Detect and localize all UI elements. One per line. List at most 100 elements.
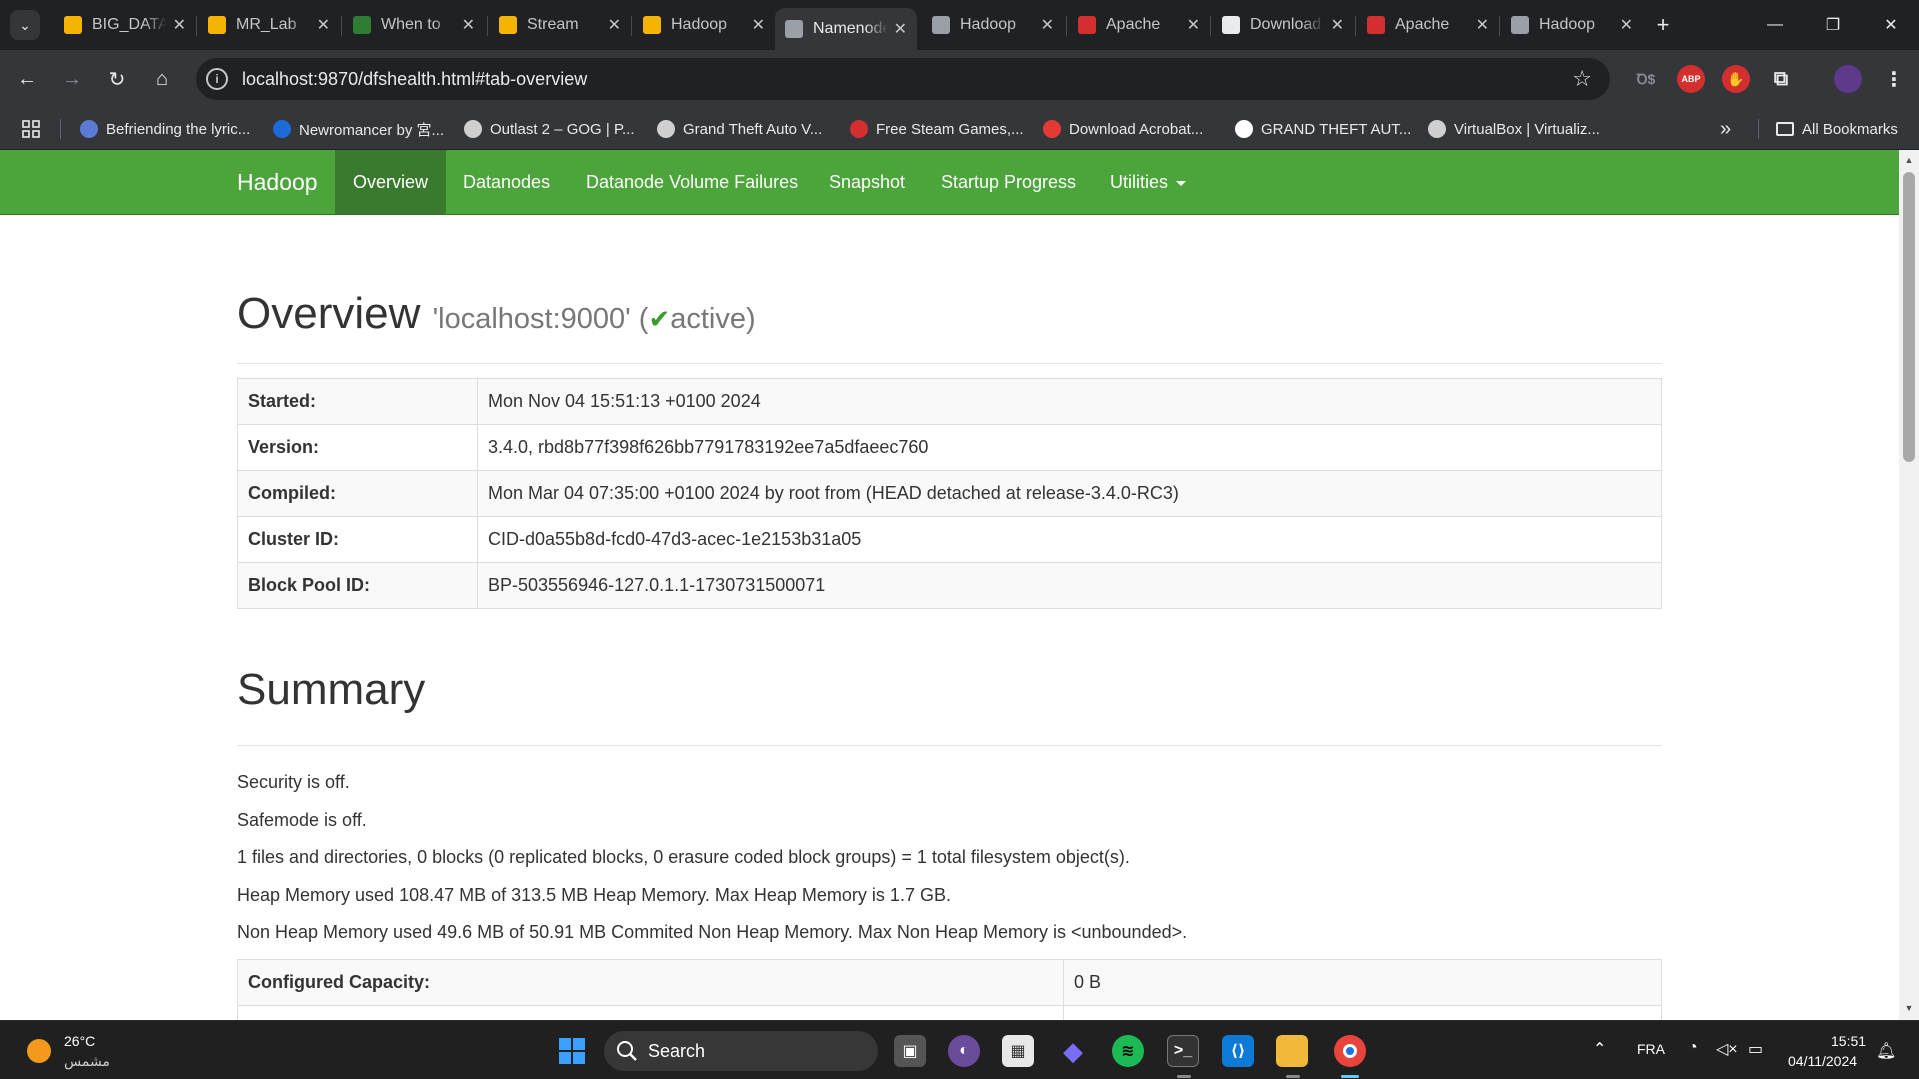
browser-tab[interactable]: Apache ✕ [1357,8,1499,42]
close-tab-icon[interactable]: ✕ [894,19,907,39]
close-tab-icon[interactable]: ✕ [1187,15,1200,35]
tab-search-button[interactable]: ⌄ [10,10,40,40]
close-tab-icon[interactable]: ✕ [1620,15,1633,35]
puzzle-extensions-icon[interactable]: ⧉ [1767,65,1795,93]
nav-utilities[interactable]: Utilities [1092,150,1204,214]
new-tab-button[interactable]: + [1648,10,1678,40]
bookmark-item[interactable]: Grand Theft Auto V... [657,118,822,140]
bookmark-favicon-icon [1043,120,1061,138]
bookmark-item[interactable]: Newromancer by 宮... [273,118,444,140]
tor-browser-icon[interactable]: ◐ [948,1035,980,1067]
browser-tab[interactable]: Stream ✕ [489,8,631,42]
caret-down-icon [1176,180,1187,186]
close-tab-icon[interactable]: ✕ [608,15,621,35]
browser-tab[interactable]: BIG_DATA ✕ [54,8,196,42]
notification-bell-icon[interactable]: 🔔︎ [1876,1041,1896,1061]
terminal-icon[interactable]: >_ [1167,1035,1199,1067]
nav-datanode-volume-failures[interactable]: Datanode Volume Failures [568,150,816,214]
chevron-up-icon[interactable]: ⌃ [1593,1039,1606,1059]
media-player-icon[interactable]: ◆ [1057,1035,1089,1067]
spotify-icon[interactable]: ≋ [1112,1035,1144,1067]
summary-nonheap-memory: Non Heap Memory used 49.6 MB of 50.91 MB… [237,922,1188,942]
volume-muted-icon[interactable]: ◁× [1716,1039,1738,1059]
weather-description[interactable]: مشمس [64,1053,110,1070]
browser-tab[interactable]: When to ✕ [343,8,485,42]
battery-icon[interactable]: ▭ [1748,1039,1763,1059]
bookmark-star-icon[interactable]: ☆ [1572,66,1592,92]
scroll-up-icon[interactable]: ▲ [1903,154,1915,166]
bookmark-item[interactable]: Free Steam Games,... [850,118,1024,140]
clock-time[interactable]: 15:51 [1831,1033,1866,1049]
browser-tab[interactable]: MR_Lab ✕ [198,8,340,42]
task-view-icon[interactable]: ▣ [894,1035,926,1067]
nav-datanodes[interactable]: Datanodes [445,150,568,214]
browser-tab[interactable]: Hadoop ✕ [633,8,775,42]
restore-button[interactable]: ❐ [1804,0,1862,50]
sun-weather-icon[interactable] [27,1039,51,1063]
microsoft-store-icon[interactable]: ▦ [1002,1035,1034,1067]
bookmark-item[interactable]: VirtualBox | Virtualiz... [1428,118,1600,140]
menu-kebab-icon[interactable]: ⋮ [1880,65,1908,93]
page-scrollbar[interactable]: ▲ ▼ [1899,150,1919,1020]
table-row: Version: 3.4.0, rbd8b77f398f626bb77917831… [237,424,1662,471]
vscode-icon[interactable]: ⟨⟩ [1222,1035,1254,1067]
slides-icon [64,16,82,34]
file-explorer-icon[interactable] [1276,1035,1308,1067]
address-bar[interactable]: i localhost:9870/dfshealth.html#tab-over… [196,58,1610,100]
bookmark-item[interactable]: Download Acrobat... [1043,118,1203,140]
language-indicator[interactable]: FRA [1637,1041,1665,1057]
close-tab-icon[interactable]: ✕ [462,15,475,35]
scroll-down-icon[interactable]: ▼ [1903,1002,1915,1014]
bookmark-item[interactable]: GRAND THEFT AUT... [1235,118,1411,140]
close-tab-icon[interactable]: ✕ [752,15,765,35]
close-tab-icon[interactable]: ✕ [317,15,330,35]
back-button[interactable]: ← [12,64,42,94]
wifi-icon[interactable]: ◔ [1688,1039,1698,1057]
nav-snapshot[interactable]: Snapshot [811,150,923,214]
summary-security: Security is off. [237,772,350,792]
apps-grid-icon[interactable] [22,118,40,140]
windows-start-icon[interactable] [556,1035,588,1067]
home-button[interactable]: ⌂ [147,64,177,94]
reload-button[interactable]: ↻ [102,64,132,94]
browser-tab[interactable]: Namenode ✕ [775,8,917,50]
clock-date[interactable]: 04/11/2024 [1788,1053,1857,1069]
browser-tab[interactable]: Hadoop ✕ [1501,8,1643,42]
all-bookmarks-button[interactable]: All Bookmarks [1776,118,1898,140]
url-text[interactable]: localhost:9870/dfshealth.html#tab-overvi… [242,69,587,90]
bookmark-item[interactable]: Befriending the lyric... [80,118,250,140]
taskbar-search-box[interactable]: Search [604,1031,878,1071]
forward-button[interactable]: → [57,64,87,94]
nav-overview[interactable]: Overview [335,150,447,214]
globe-icon [785,20,803,38]
running-indicator [1177,1075,1191,1078]
table-row: Cluster ID: CID-d0a55b8d-fcd0-47d3-acec-1… [237,516,1662,563]
close-tab-icon[interactable]: ✕ [1041,15,1054,35]
more-bookmarks-chevron-icon[interactable]: » [1720,118,1731,140]
bookmark-favicon-icon [657,120,675,138]
site-info-icon[interactable]: i [206,68,228,90]
close-tab-icon[interactable]: ✕ [173,15,186,35]
translate-extension-icon[interactable]: Ꝺ$ [1632,65,1660,93]
close-window-button[interactable]: ✕ [1862,0,1919,50]
adblock-plus-icon[interactable]: ABP [1677,65,1705,93]
minimize-button[interactable]: — [1746,0,1804,50]
close-tab-icon[interactable]: ✕ [1331,15,1344,35]
nav-startup-progress[interactable]: Startup Progress [923,150,1094,214]
scroll-thumb[interactable] [1903,172,1915,462]
active-app-indicator [1341,1075,1359,1078]
browser-tab[interactable]: Hadoop ✕ [922,8,1064,42]
navbar-brand[interactable]: Hadoop [237,150,318,215]
tab-title: BIG_DATA [92,16,167,33]
bookmark-item[interactable]: Outlast 2 – GOG | P... [464,118,635,140]
summary-table: Configured Capacity: 0 B [237,959,1662,1020]
overview-host: 'localhost:9000' (✔active) [432,303,756,335]
ublock-hand-icon[interactable]: ✋ [1722,65,1750,93]
profile-avatar[interactable] [1834,65,1862,93]
bookmark-label: Free Steam Games,... [876,120,1024,138]
weather-temperature[interactable]: 26°C [64,1033,95,1049]
chrome-icon[interactable] [1334,1035,1366,1067]
browser-tab[interactable]: Apache ✕ [1068,8,1210,42]
close-tab-icon[interactable]: ✕ [1476,15,1489,35]
browser-tab[interactable]: Download ✕ [1212,8,1354,42]
